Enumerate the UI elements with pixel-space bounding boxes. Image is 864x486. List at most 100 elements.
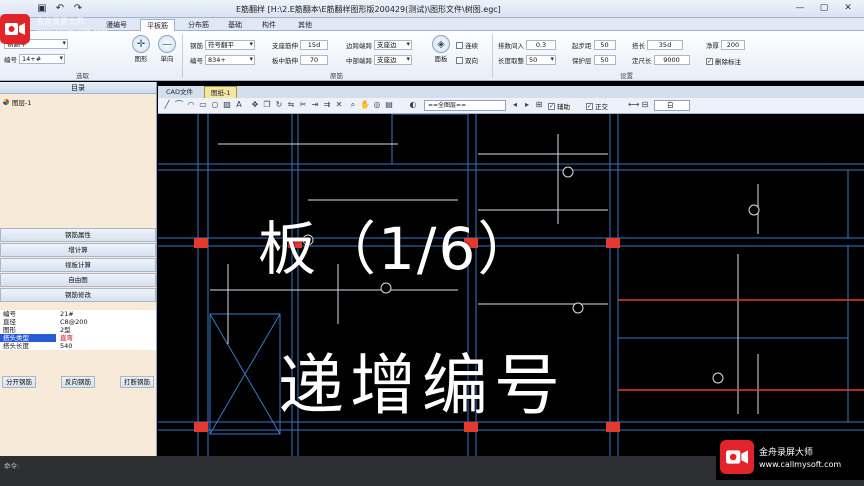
recorder-logo-icon xyxy=(0,14,30,44)
tab-distribution-rebar[interactable]: 分布筋 xyxy=(182,19,215,31)
bidirectional-checkbox[interactable]: 双向 xyxy=(456,55,478,65)
hatch-icon[interactable]: ▨ xyxy=(222,100,232,110)
table-row[interactable]: 编号 21# xyxy=(0,310,156,318)
pan-icon[interactable]: ✋ xyxy=(360,100,370,110)
cad-toolbar: ╱ ⌒ ◠ ▭ ○ ▨ A ✥ ❐ ↻ ⇋ ✂ ⇥ ⇉ ✕ ⌕ ✋ ◎ ▤ ◐ … xyxy=(158,98,864,114)
watermark-name: 金舟录屏大师 xyxy=(759,448,814,458)
cover-field[interactable]: 保护层 50 xyxy=(572,54,616,65)
rotate-icon[interactable]: ↻ xyxy=(274,100,284,110)
recorder-logo-icon xyxy=(720,440,754,474)
erase-icon[interactable]: ✕ xyxy=(334,100,344,110)
match-icon[interactable]: ⊞ xyxy=(534,100,544,110)
net-thickness-field[interactable]: 净厚 200 xyxy=(706,39,745,50)
watermark-badge: 金舟录屏大师 www.callmysoft.com xyxy=(716,434,864,480)
text-icon[interactable]: A xyxy=(234,100,244,110)
document-tabs: CAD文件 图纸-1 xyxy=(158,86,864,98)
maximize-button[interactable]: ▢ xyxy=(812,1,836,15)
layer-prev-icon[interactable]: ◂ xyxy=(510,100,520,110)
undo-icon[interactable]: ↶ xyxy=(54,2,66,14)
watermark-url: www.callmysoft.com xyxy=(36,28,108,36)
tab-component[interactable]: 构件 xyxy=(256,19,282,31)
slab-extend-field[interactable]: 板中筋伸 70 xyxy=(272,54,328,65)
offset-icon[interactable]: ⇉ xyxy=(322,100,332,110)
extend-icon[interactable]: ⇥ xyxy=(310,100,320,110)
row-count-field[interactable]: 排数间入 0.3 xyxy=(498,39,556,50)
redo-icon[interactable]: ↷ xyxy=(72,2,84,14)
polyline-icon[interactable]: ⌒ xyxy=(174,100,184,110)
color-select[interactable]: 白 xyxy=(654,100,690,111)
table-row[interactable]: 搭头类型 直弯 xyxy=(0,334,156,342)
left-panel: 目录 图层-1 钢筋属性 增计算 视板计算 自由图 钢筋修改 编号 21# 直径 C… xyxy=(0,82,157,456)
graphic-button[interactable]: ✛ 图形 xyxy=(132,35,150,63)
caption-subtitle: 递增编号 xyxy=(278,347,566,424)
properties-icon[interactable]: ⊟ xyxy=(640,100,650,110)
measure-icon[interactable]: ⟷ xyxy=(628,100,639,110)
mirror-icon[interactable]: ⇋ xyxy=(286,100,296,110)
layer-state-icon[interactable]: ◐ xyxy=(408,100,418,110)
minus-icon: — xyxy=(158,35,176,53)
slab-calc-button[interactable]: 视板计算 xyxy=(0,258,156,272)
save-icon[interactable]: ▣ xyxy=(36,2,48,14)
crosshair-icon: ✛ xyxy=(132,35,150,53)
tab-drawing-1[interactable]: 图纸-1 xyxy=(204,86,238,98)
ribbon: 钢翻平 编号 14+# ✛ 图形 — 单向 钢筋 符号翻平 编号 834+ 支座… xyxy=(0,31,864,81)
title-bar: ▣ ↶ ↷ E筋翻样 [H:\2.E筋翻本\E筋翻样图形版200429(测试)\… xyxy=(0,0,864,18)
fixed-length-field[interactable]: 定尺长 9000 xyxy=(632,54,690,65)
lap-length-field[interactable]: 搭长 35d xyxy=(632,39,683,50)
move-icon[interactable]: ✥ xyxy=(250,100,260,110)
table-row[interactable]: 直径 C8@200 xyxy=(0,318,156,326)
ribbon-separator xyxy=(182,34,183,78)
reverse-rebar-button[interactable]: 反向钢筋 xyxy=(61,376,95,388)
layer-next-icon[interactable]: ▸ xyxy=(522,100,532,110)
break-rebar-button[interactable]: 打断钢筋 xyxy=(120,376,154,388)
table-row[interactable]: 图形 2型 xyxy=(0,326,156,334)
delete-annotation-checkbox[interactable]: ✓ 删除标注 xyxy=(706,56,741,66)
minimize-button[interactable]: — xyxy=(788,1,812,15)
number-field[interactable]: 编号 14+# xyxy=(4,53,65,64)
support-extend-field[interactable]: 支座筋伸 15d xyxy=(272,39,328,50)
single-direction-button[interactable]: — 单向 xyxy=(158,35,176,63)
tree-node[interactable]: 图层-1 xyxy=(3,97,153,107)
line-icon[interactable]: ╱ xyxy=(162,100,172,110)
free-draw-button[interactable]: 自由图 xyxy=(0,273,156,287)
tab-cad-file[interactable]: CAD文件 xyxy=(160,86,199,98)
layer-tree: 图层-1 xyxy=(0,94,156,230)
tab-other[interactable]: 其他 xyxy=(292,19,318,31)
copy-icon[interactable]: ❐ xyxy=(262,100,272,110)
rebar-field[interactable]: 钢筋 符号翻平 xyxy=(190,39,255,50)
caption-title: 板（1/6） xyxy=(258,215,538,283)
tab-foundation[interactable]: 基础 xyxy=(222,19,248,31)
add-calc-button[interactable]: 增计算 xyxy=(0,243,156,257)
command-line[interactable]: 命令: xyxy=(4,460,19,470)
ribbon-separator xyxy=(492,34,493,78)
zoom-icon[interactable]: ⌕ xyxy=(348,100,358,110)
split-rebar-button[interactable]: 分开钢筋 xyxy=(2,376,36,388)
group-label-settings: 设置 xyxy=(620,72,633,80)
snap-icon[interactable]: ◎ xyxy=(372,100,382,110)
mid-span-field[interactable]: 中部端跨 支座边 xyxy=(346,54,412,65)
close-button[interactable]: ✕ xyxy=(836,1,860,15)
quick-access-toolbar: ▣ ↶ ↷ xyxy=(36,2,84,14)
edge-span-field[interactable]: 边跨端跨 支座边 xyxy=(346,39,412,50)
circle-icon[interactable]: ○ xyxy=(210,100,220,110)
arc-icon[interactable]: ◠ xyxy=(186,100,196,110)
layer-icon xyxy=(3,99,9,105)
length-rounding-field[interactable]: 长度取整 50 xyxy=(498,54,556,65)
layer-select[interactable]: ==全图层== xyxy=(424,100,506,111)
tab-slab-rebar[interactable]: 平板筋 xyxy=(140,19,175,31)
layer-manager-icon[interactable]: ▤ xyxy=(384,100,394,110)
ortho-checkbox[interactable]: ✓ 正交 xyxy=(586,101,608,111)
continuous-checkbox[interactable]: 连续 xyxy=(456,40,478,50)
mid-number-field[interactable]: 编号 834+ xyxy=(190,54,255,65)
watermark-url: www.callmysoft.com xyxy=(759,460,842,469)
assist-checkbox[interactable]: ✓ 辅助 xyxy=(548,101,570,111)
trim-icon[interactable]: ✂ xyxy=(298,100,308,110)
rebar-edit-button[interactable]: 钢筋修改 xyxy=(0,288,156,302)
table-row[interactable]: 搭头长度 540 xyxy=(0,342,156,350)
start-distance-field[interactable]: 起步距 50 xyxy=(572,39,616,50)
panel-button[interactable]: ◈ 面板 xyxy=(432,35,450,63)
rebar-properties-button[interactable]: 钢筋属性 xyxy=(0,228,156,242)
window-title: E筋翻样 [H:\2.E筋翻本\E筋翻样图形版200429(测试)\图形文件\树… xyxy=(236,5,501,14)
rectangle-icon[interactable]: ▭ xyxy=(198,100,208,110)
bottom-buttons: 分开钢筋 反向钢筋 打断钢筋 xyxy=(0,376,156,388)
